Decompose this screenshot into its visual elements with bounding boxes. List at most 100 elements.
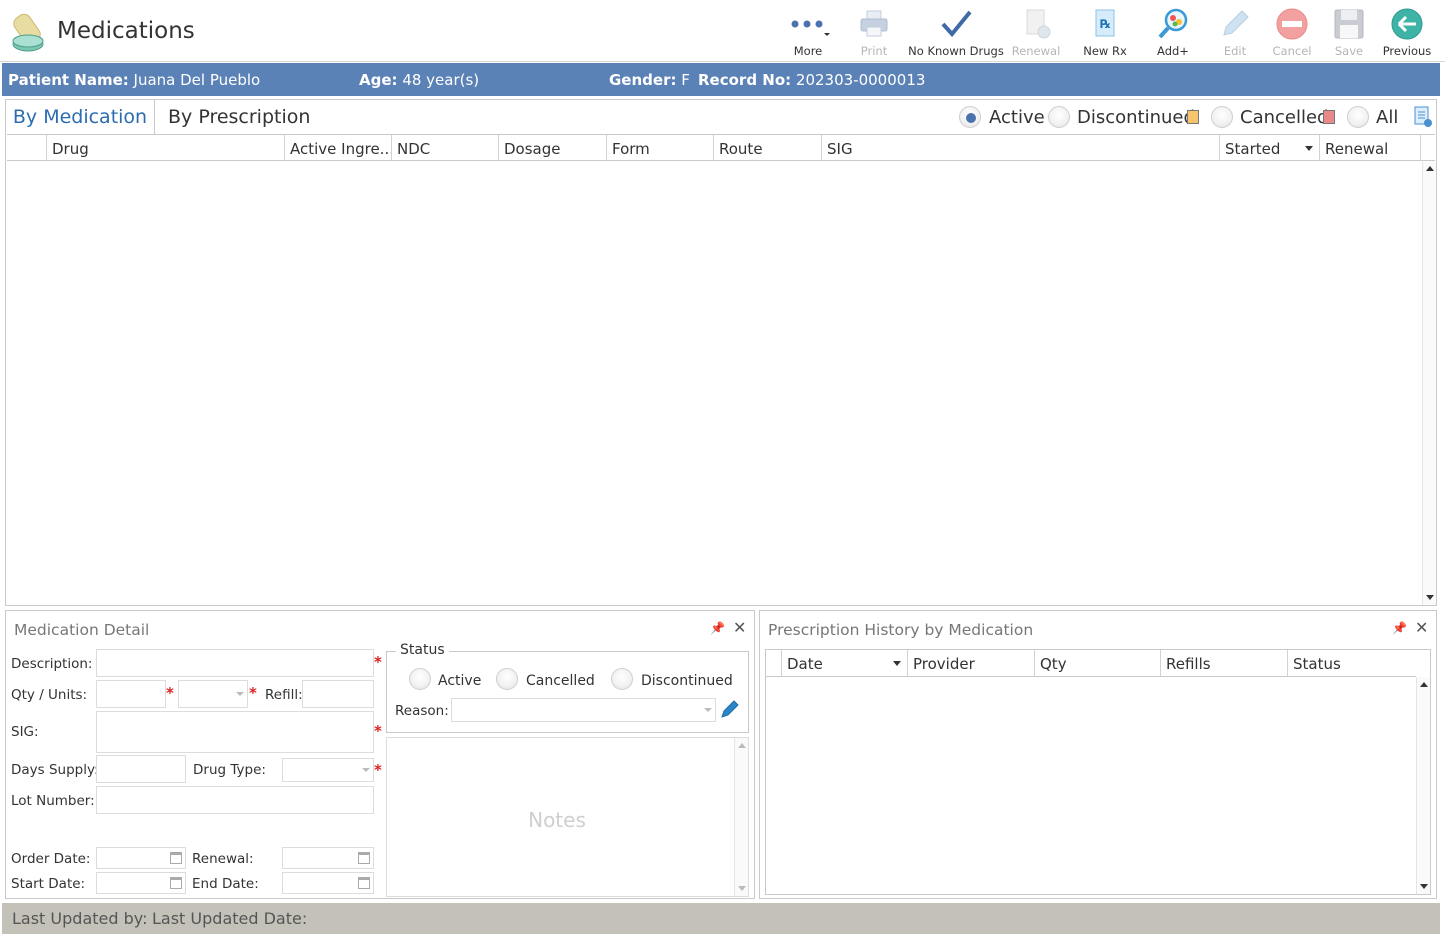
add-plus-button[interactable]: Add+ bbox=[1150, 4, 1196, 60]
scroll-down-icon[interactable] bbox=[738, 886, 746, 891]
calendar-icon[interactable] bbox=[358, 852, 370, 864]
column-date[interactable]: Date bbox=[781, 650, 907, 676]
save-button[interactable]: Save bbox=[1326, 4, 1372, 60]
end-date-label: End Date: bbox=[192, 876, 259, 892]
filter-all-radio[interactable] bbox=[1347, 106, 1369, 128]
filter-active-radio[interactable] bbox=[959, 106, 981, 128]
end-date-field[interactable] bbox=[282, 872, 374, 894]
column-form[interactable]: Form bbox=[606, 135, 713, 161]
required-marker: * bbox=[249, 684, 257, 702]
filter-discontinued-radio[interactable] bbox=[1048, 106, 1070, 128]
print-button[interactable]: Print bbox=[852, 4, 896, 60]
days-supply-field[interactable] bbox=[96, 755, 186, 783]
required-marker: * bbox=[166, 684, 174, 702]
column-provider[interactable]: Provider bbox=[907, 650, 1034, 676]
edit-button[interactable]: Edit bbox=[1212, 4, 1258, 60]
column-active-ingredient[interactable]: Active Ingre... bbox=[284, 135, 391, 161]
calendar-icon[interactable] bbox=[358, 877, 370, 889]
printer-icon bbox=[852, 4, 896, 44]
patient-gender: Gender: F bbox=[609, 71, 690, 89]
start-date-label: Start Date: bbox=[11, 876, 86, 892]
description-label: Description: bbox=[11, 656, 93, 672]
chevron-down-icon bbox=[362, 768, 370, 772]
history-grid-scrollbar[interactable] bbox=[1416, 677, 1430, 894]
pill-bottle-icon bbox=[10, 10, 54, 54]
refill-field[interactable] bbox=[302, 680, 374, 708]
scroll-up-icon[interactable] bbox=[738, 743, 746, 748]
column-ndc[interactable]: NDC bbox=[391, 135, 498, 161]
scroll-up-icon[interactable] bbox=[1420, 682, 1428, 687]
checkmark-icon bbox=[907, 4, 1005, 44]
column-qty[interactable]: Qty bbox=[1034, 650, 1160, 676]
tab-by-prescription[interactable]: By Prescription bbox=[168, 100, 310, 134]
column-route[interactable]: Route bbox=[713, 135, 821, 161]
medication-detail-panel: Medication Detail 📌 ✕ Description: * Qty… bbox=[5, 610, 755, 899]
status-discontinued-radio[interactable] bbox=[611, 668, 633, 690]
document-renew-icon bbox=[1010, 4, 1062, 44]
filter-active-label: Active bbox=[989, 107, 1045, 128]
calendar-icon[interactable] bbox=[170, 852, 182, 864]
column-dosage[interactable]: Dosage bbox=[498, 135, 606, 161]
notes-scrollbar[interactable] bbox=[734, 738, 748, 896]
pin-icon[interactable]: 📌 bbox=[1392, 621, 1407, 635]
last-updated-date: Last Updated Date: bbox=[152, 909, 308, 928]
column-sig[interactable]: SIG bbox=[821, 135, 1219, 161]
new-rx-button[interactable]: ℞ New Rx bbox=[1080, 4, 1130, 60]
patient-age: Age: 48 year(s) bbox=[359, 71, 480, 89]
back-arrow-icon bbox=[1380, 4, 1434, 44]
close-icon[interactable]: ✕ bbox=[733, 618, 746, 637]
report-icon[interactable] bbox=[1414, 106, 1432, 132]
order-date-field[interactable] bbox=[96, 847, 186, 869]
column-status[interactable]: Status bbox=[1287, 650, 1416, 676]
column-refills[interactable]: Refills bbox=[1160, 650, 1287, 676]
medication-grid-scrollbar[interactable] bbox=[1422, 162, 1436, 605]
no-entry-icon bbox=[1268, 4, 1316, 44]
scroll-up-icon[interactable] bbox=[1426, 166, 1434, 171]
lot-number-field[interactable] bbox=[96, 786, 374, 814]
history-grid: Date Provider Qty Refills Status bbox=[765, 649, 1431, 895]
reason-select[interactable] bbox=[451, 698, 716, 722]
sig-label: SIG: bbox=[11, 724, 39, 740]
filter-cancelled-label: Cancelled bbox=[1240, 107, 1329, 128]
prescription-history-panel: Prescription History by Medication 📌 ✕ D… bbox=[759, 610, 1437, 899]
units-select[interactable] bbox=[178, 680, 248, 708]
panel-title: Prescription History by Medication bbox=[768, 621, 1034, 639]
history-grid-header: Date Provider Qty Refills Status bbox=[766, 650, 1416, 677]
required-marker: * bbox=[374, 653, 382, 671]
refill-label: Refill: bbox=[265, 687, 303, 703]
cancelled-color-swatch bbox=[1323, 110, 1335, 124]
start-date-field[interactable] bbox=[96, 872, 186, 894]
column-drug[interactable]: Drug bbox=[46, 135, 284, 161]
drug-type-select[interactable] bbox=[282, 758, 374, 782]
filter-cancelled-radio[interactable] bbox=[1211, 106, 1233, 128]
tab-by-medication[interactable]: By Medication bbox=[6, 100, 155, 134]
calendar-icon[interactable] bbox=[170, 877, 182, 889]
pin-icon[interactable]: 📌 bbox=[710, 621, 725, 635]
sig-field[interactable] bbox=[96, 711, 374, 753]
notes-field[interactable]: Notes bbox=[386, 737, 749, 897]
previous-button[interactable]: Previous bbox=[1380, 4, 1434, 60]
renewal-date-field[interactable] bbox=[282, 847, 374, 869]
description-field[interactable] bbox=[96, 649, 374, 677]
patient-record: Record No: 202303-0000013 bbox=[698, 71, 926, 89]
close-icon[interactable]: ✕ bbox=[1415, 618, 1428, 637]
page-title: Medications bbox=[57, 18, 195, 44]
magnifier-pills-icon bbox=[1150, 4, 1196, 44]
no-known-drugs-button[interactable]: No Known Drugs bbox=[907, 4, 1005, 60]
status-cancelled-label: Cancelled bbox=[526, 673, 595, 689]
notes-placeholder: Notes bbox=[528, 808, 586, 832]
scroll-down-icon[interactable] bbox=[1420, 884, 1428, 889]
medication-list-panel: By Medication By Prescription Active Dis… bbox=[5, 99, 1437, 606]
column-started[interactable]: Started bbox=[1219, 135, 1319, 161]
column-renewal[interactable]: Renewal bbox=[1319, 135, 1420, 161]
status-cancelled-radio[interactable] bbox=[496, 668, 518, 690]
scroll-down-icon[interactable] bbox=[1426, 595, 1434, 600]
required-marker: * bbox=[374, 761, 382, 779]
status-active-radio[interactable] bbox=[409, 668, 431, 690]
renewal-button[interactable]: Renewal bbox=[1010, 4, 1062, 60]
edit-reason-icon[interactable] bbox=[719, 698, 739, 724]
cancel-button[interactable]: Cancel bbox=[1268, 4, 1316, 60]
floppy-disk-icon bbox=[1326, 4, 1372, 44]
more-button[interactable]: More bbox=[786, 4, 830, 60]
qty-field[interactable] bbox=[96, 680, 166, 708]
